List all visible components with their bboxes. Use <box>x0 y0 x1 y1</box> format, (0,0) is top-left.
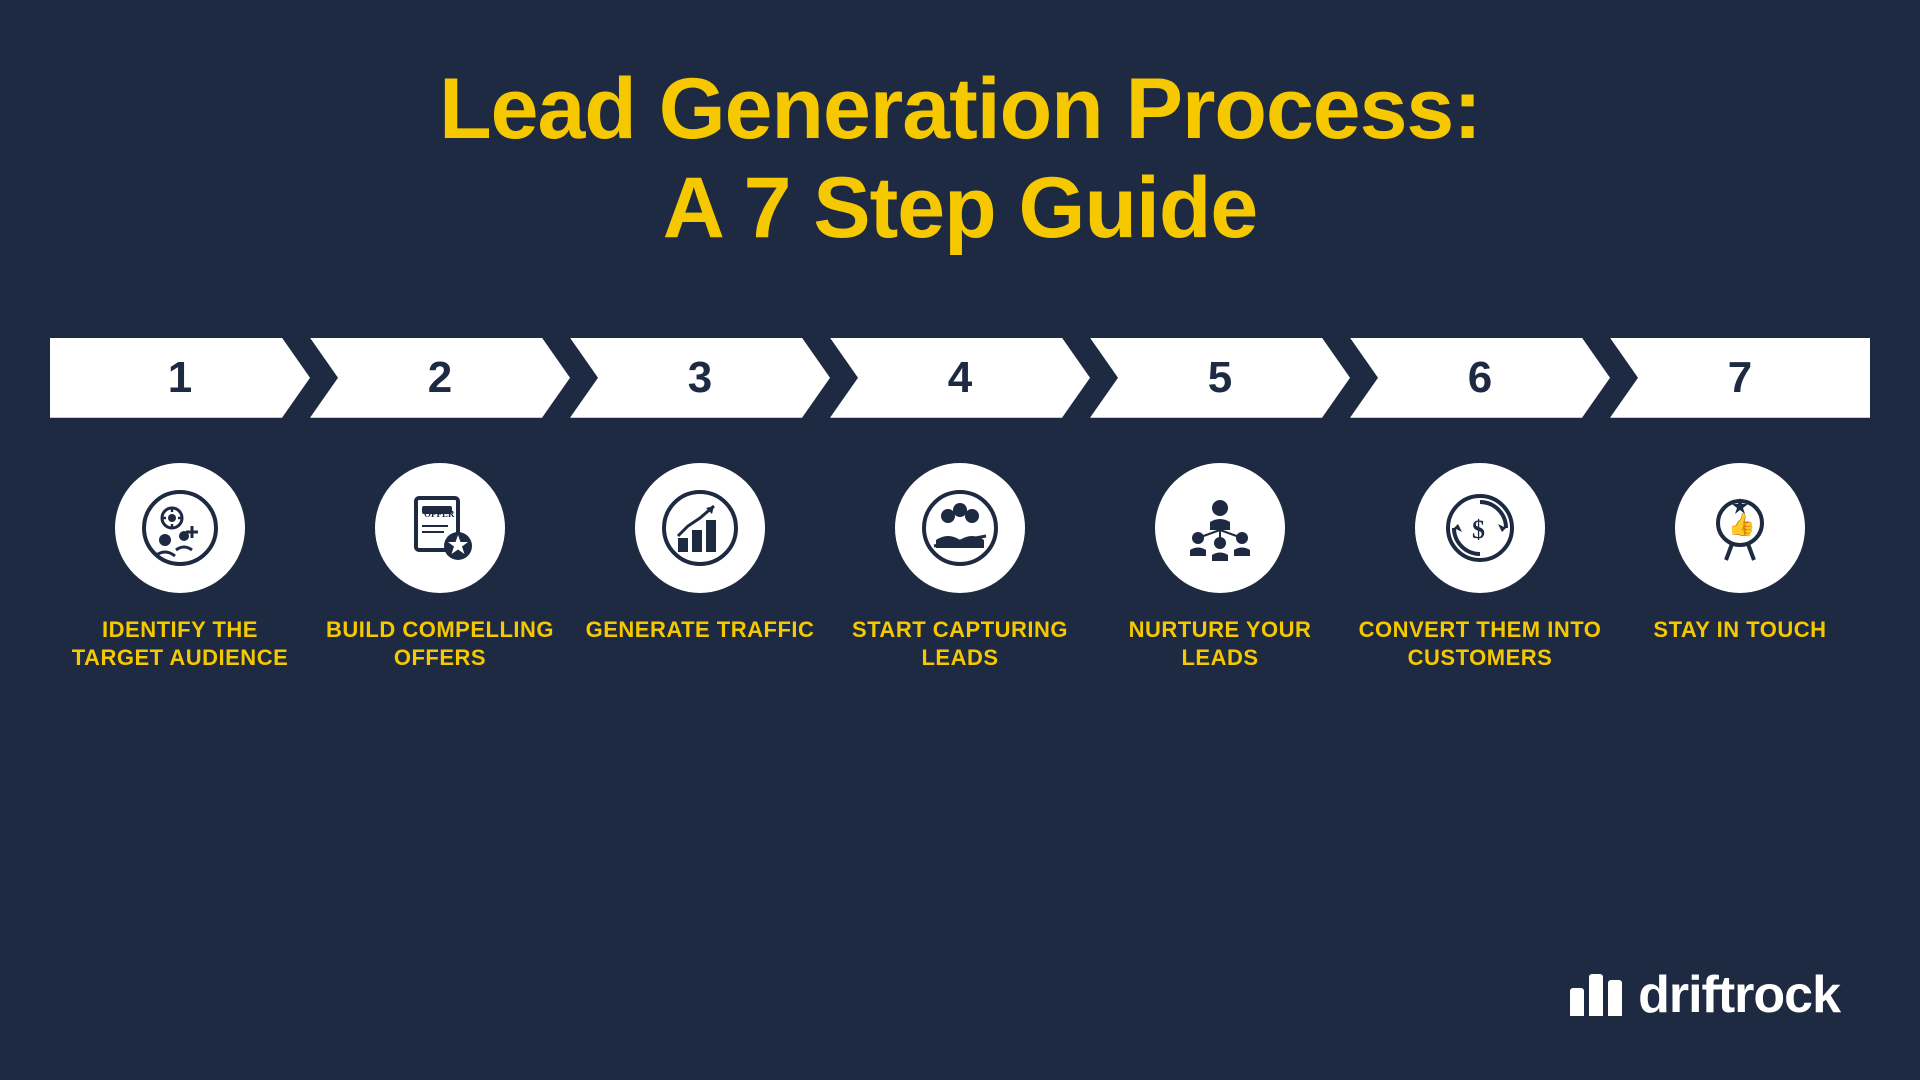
step-1-label: IDENTIFY THE TARGET AUDIENCE <box>58 616 302 673</box>
step-2-label: BUILD COMPELLING OFFERS <box>318 616 562 673</box>
icons-section: IDENTIFY THE TARGET AUDIENCE OFFER BUILD… <box>50 458 1870 673</box>
step-6-label: CONVERT THEM INTO CUSTOMERS <box>1358 616 1602 673</box>
stay-in-touch-icon: 👍 <box>1700 488 1780 568</box>
step-4-icon-circle <box>890 458 1030 598</box>
step-2-arrow: 2 <box>310 338 570 418</box>
generate-traffic-icon <box>660 488 740 568</box>
step-6-item: $ CONVERT THEM INTO CUSTOMERS <box>1350 458 1610 673</box>
step-1-icon-circle <box>110 458 250 598</box>
steps-bar: 1 2 3 4 5 6 7 <box>50 338 1870 418</box>
capturing-leads-icon <box>920 488 1000 568</box>
step-7-item: 👍 STAY IN TOUCH <box>1610 458 1870 645</box>
logo-bar-1 <box>1570 988 1584 1016</box>
step-4-arrow: 4 <box>830 338 1090 418</box>
step-7-icon-circle: 👍 <box>1670 458 1810 598</box>
page-title: Lead Generation Process: A 7 Step Guide <box>439 60 1481 258</box>
step-1-arrow: 1 <box>50 338 310 418</box>
title-section: Lead Generation Process: A 7 Step Guide <box>439 60 1481 258</box>
step-5-item: NURTURE YOUR LEADS <box>1090 458 1350 673</box>
logo-bar-2 <box>1589 974 1603 1016</box>
compelling-offers-icon: OFFER <box>400 488 480 568</box>
step-3-label: GENERATE TRAFFIC <box>586 616 815 645</box>
step-1-item: IDENTIFY THE TARGET AUDIENCE <box>50 458 310 673</box>
logo-bar-3 <box>1608 980 1622 1016</box>
step-2-item: OFFER BUILD COMPELLING OFFERS <box>310 458 570 673</box>
step-7-arrow: 7 <box>1610 338 1870 418</box>
step-2-icon-circle: OFFER <box>370 458 510 598</box>
step-3-icon-circle <box>630 458 770 598</box>
step-6-arrow: 6 <box>1350 338 1610 418</box>
step-4-item: START CAPTURING LEADS <box>830 458 1090 673</box>
step-7-label: STAY IN TOUCH <box>1653 616 1826 645</box>
brand-name: driftrock <box>1638 965 1840 1025</box>
step-6-icon-circle: $ <box>1410 458 1550 598</box>
nurture-leads-icon <box>1180 488 1260 568</box>
step-3-arrow: 3 <box>570 338 830 418</box>
step-3-item: GENERATE TRAFFIC <box>570 458 830 645</box>
svg-text:OFFER: OFFER <box>424 509 455 519</box>
step-4-label: START CAPTURING LEADS <box>838 616 1082 673</box>
target-audience-icon <box>140 488 220 568</box>
branding-section: driftrock <box>1570 965 1840 1025</box>
step-5-label: NURTURE YOUR LEADS <box>1098 616 1342 673</box>
svg-text:👍: 👍 <box>1728 512 1755 537</box>
brand-logo <box>1570 974 1622 1016</box>
step-5-icon-circle <box>1150 458 1290 598</box>
svg-text:$: $ <box>1472 515 1485 544</box>
step-5-arrow: 5 <box>1090 338 1350 418</box>
convert-customers-icon: $ <box>1440 488 1520 568</box>
